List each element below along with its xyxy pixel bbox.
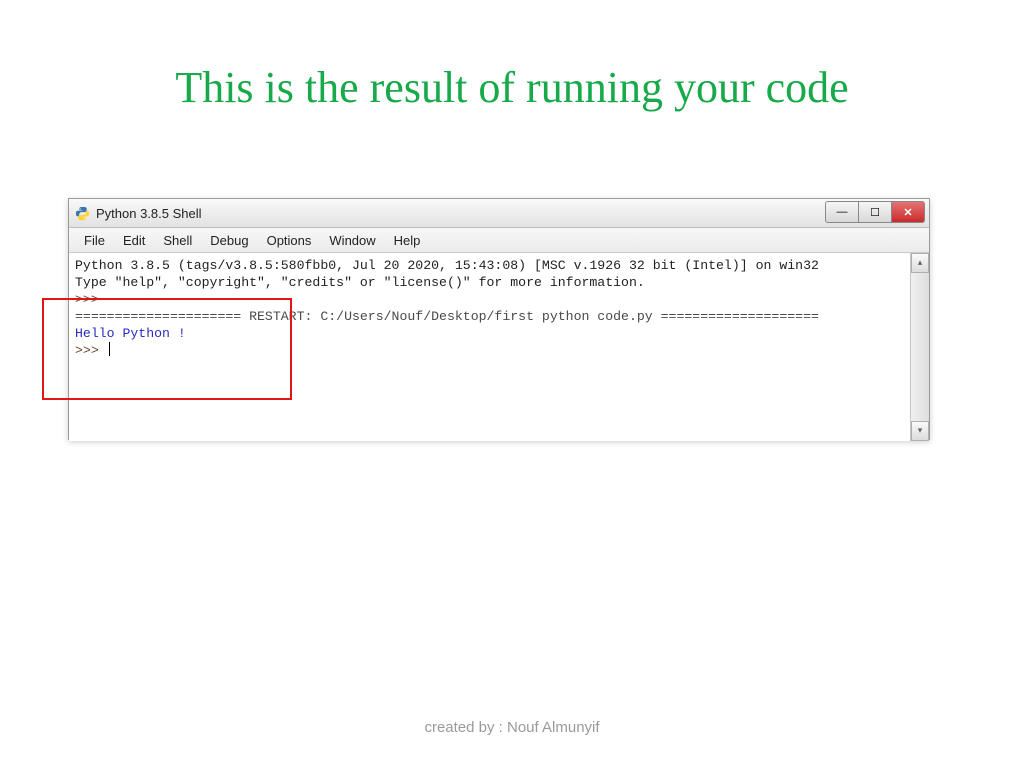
shell-restart-line: ===================== RESTART: C:/Users/… (75, 309, 819, 324)
slide-footer: created by : Nouf Almunyif (0, 719, 1024, 736)
menu-bar: File Edit Shell Debug Options Window Hel… (69, 228, 929, 253)
menu-window[interactable]: Window (320, 233, 384, 248)
maximize-button[interactable]: ☐ (859, 201, 892, 223)
vertical-scrollbar[interactable]: ▴ ▾ (910, 253, 929, 441)
close-button[interactable]: ✕ (892, 201, 925, 223)
close-icon: ✕ (903, 206, 912, 219)
scrollbar-track[interactable] (911, 273, 929, 421)
window-title-text: Python 3.8.5 Shell (96, 206, 202, 221)
menu-shell[interactable]: Shell (154, 233, 201, 248)
menu-options[interactable]: Options (258, 233, 321, 248)
menu-help[interactable]: Help (385, 233, 430, 248)
shell-prompt-2: >>> (75, 343, 107, 358)
shell-text-area[interactable]: Python 3.8.5 (tags/v3.8.5:580fbb0, Jul 2… (69, 253, 910, 441)
scroll-down-button[interactable]: ▾ (911, 421, 929, 441)
window-titlebar[interactable]: Python 3.8.5 Shell — ☐ ✕ (69, 199, 929, 228)
window-controls: — ☐ ✕ (825, 201, 925, 223)
shell-client-area: Python 3.8.5 (tags/v3.8.5:580fbb0, Jul 2… (69, 253, 929, 441)
minimize-button[interactable]: — (825, 201, 859, 223)
maximize-icon: ☐ (870, 206, 880, 219)
python-shell-window: Python 3.8.5 Shell — ☐ ✕ File Edit Shell… (68, 198, 930, 440)
minimize-icon: — (837, 206, 848, 218)
shell-prompt-1: >>> (75, 292, 107, 307)
menu-debug[interactable]: Debug (201, 233, 257, 248)
chevron-up-icon: ▴ (918, 257, 923, 267)
slide-title: This is the result of running your code (0, 62, 1024, 113)
shell-banner-line-2: Type "help", "copyright", "credits" or "… (75, 275, 645, 290)
python-icon (75, 206, 90, 221)
text-cursor (109, 342, 110, 356)
shell-output-line: Hello Python ! (75, 326, 186, 341)
menu-file[interactable]: File (75, 233, 114, 248)
menu-edit[interactable]: Edit (114, 233, 154, 248)
chevron-down-icon: ▾ (918, 425, 923, 435)
scroll-up-button[interactable]: ▴ (911, 253, 929, 273)
shell-banner-line-1: Python 3.8.5 (tags/v3.8.5:580fbb0, Jul 2… (75, 258, 819, 273)
